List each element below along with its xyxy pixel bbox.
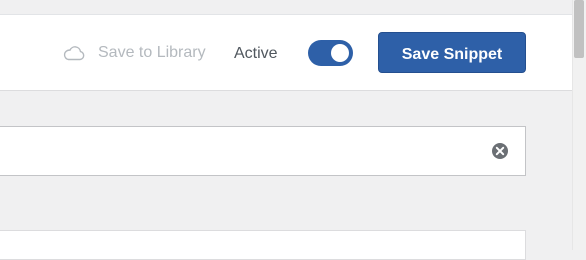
top-strip bbox=[0, 0, 572, 15]
save-snippet-button[interactable]: Save Snippet bbox=[378, 32, 526, 73]
clear-icon[interactable] bbox=[491, 142, 509, 160]
scrollbar-thumb[interactable] bbox=[574, 0, 584, 58]
cloud-icon bbox=[63, 46, 85, 61]
snippet-title-input[interactable] bbox=[0, 126, 526, 176]
code-editor-panel[interactable] bbox=[0, 230, 526, 260]
save-to-library-link[interactable]: Save to Library bbox=[98, 42, 206, 64]
toggle-knob bbox=[331, 44, 349, 62]
active-toggle[interactable] bbox=[308, 40, 353, 66]
snippet-toolbar: Save to Library Active Save Snippet bbox=[0, 15, 572, 91]
active-label: Active bbox=[234, 45, 278, 62]
